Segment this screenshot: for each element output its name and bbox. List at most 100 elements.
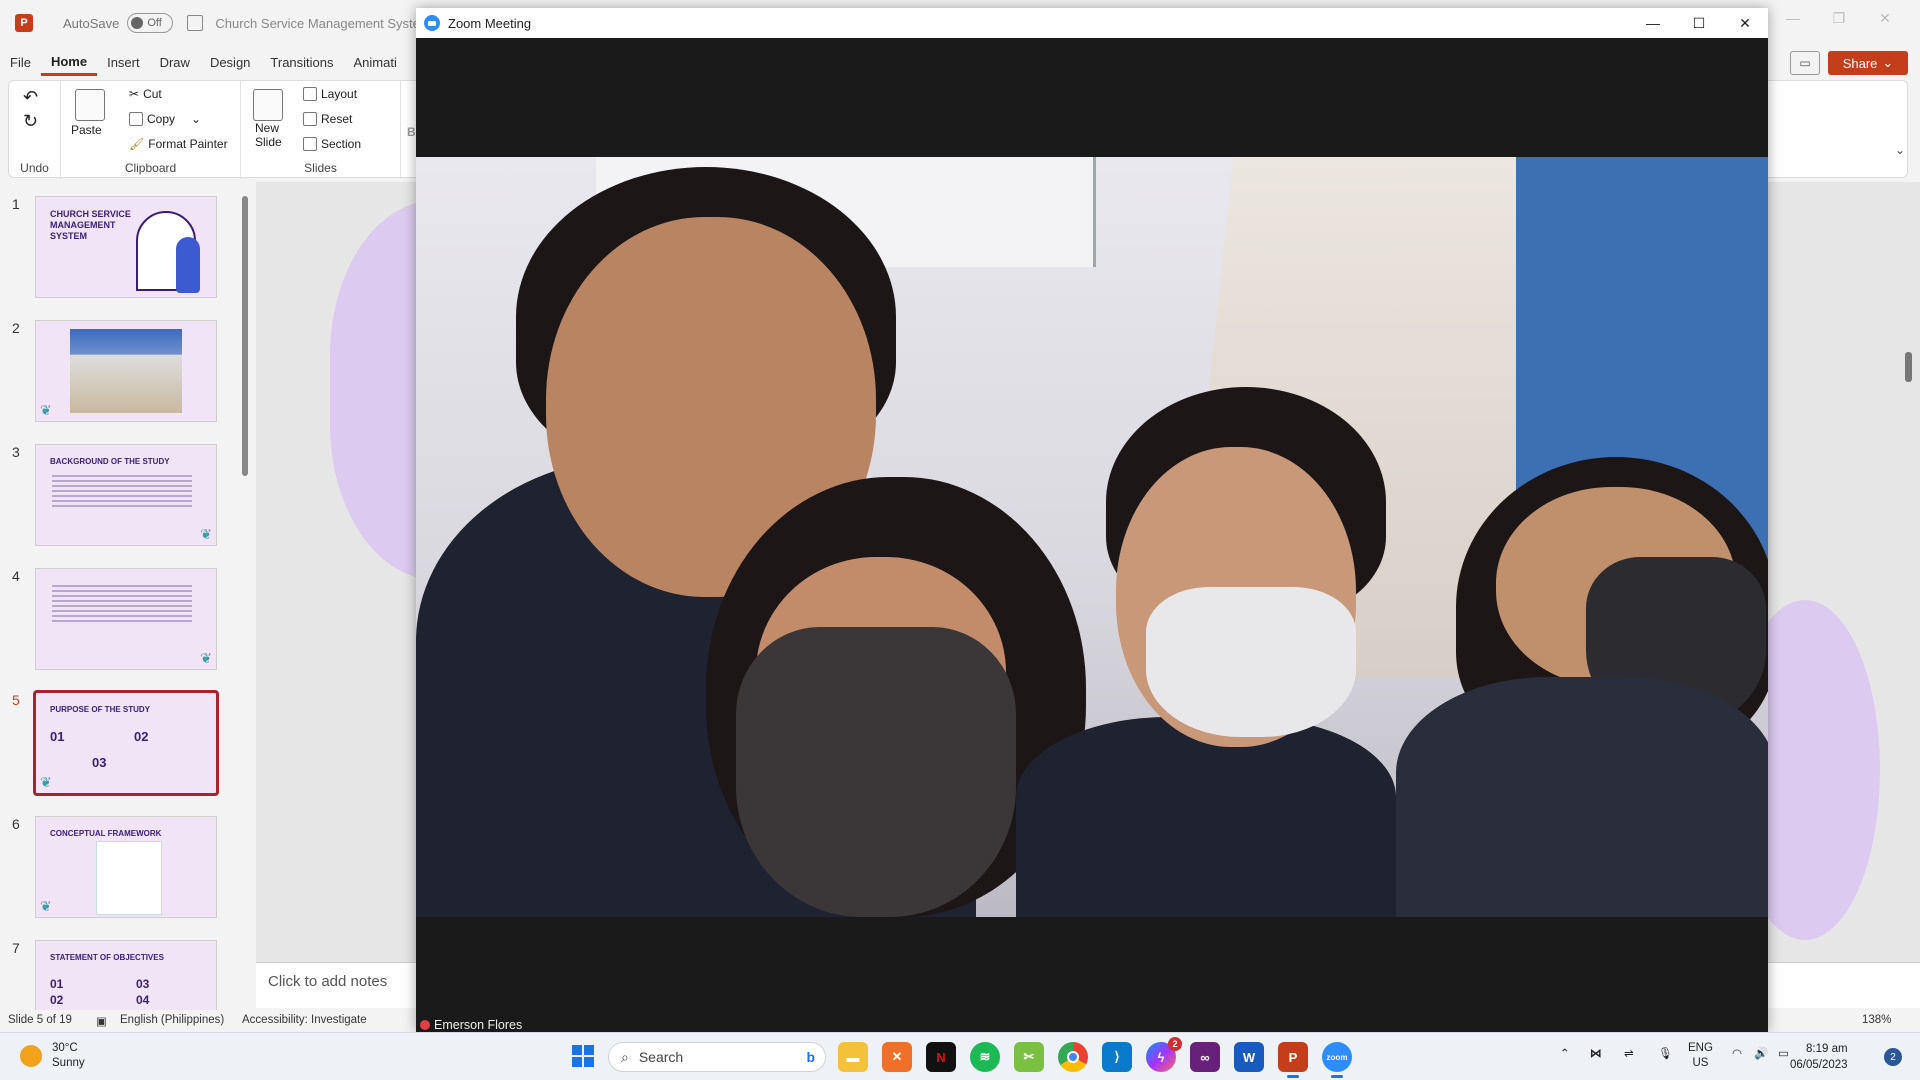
messenger-icon[interactable]: ϟ2 xyxy=(1146,1037,1182,1072)
tab-draw[interactable]: Draw xyxy=(150,50,200,76)
paste-button[interactable]: Paste xyxy=(71,123,102,137)
redo-icon[interactable]: ↻ xyxy=(23,111,38,132)
visual-studio-icon[interactable]: ∞ xyxy=(1190,1042,1220,1072)
thumbnail-row[interactable]: 2 ❦ xyxy=(0,320,230,424)
snipping-tool-icon[interactable]: ✂ xyxy=(1014,1042,1044,1072)
weather-temp: 30°C xyxy=(52,1042,78,1054)
ppt-window-controls: — ❐ ✕ xyxy=(1770,10,1908,27)
slide-thumbnail[interactable]: ❦ xyxy=(35,320,217,422)
weather-desc: Sunny xyxy=(52,1057,85,1069)
slide-thumbnail[interactable]: CHURCH SERVICE MANAGEMENT SYSTEM xyxy=(35,196,217,298)
thumbnail-row[interactable]: 5 PURPOSE OF THE STUDY 01 02 03 ❦ xyxy=(0,690,230,796)
wifi-icon[interactable]: ◠ xyxy=(1732,1047,1742,1062)
zoom-icon[interactable]: zoom xyxy=(1322,1042,1352,1078)
text-lines xyxy=(52,585,192,625)
close-icon[interactable]: ✕ xyxy=(1722,8,1768,38)
slide-thumbnail[interactable]: CONCEPTUAL FRAMEWORK ❦ xyxy=(35,816,217,918)
participant-video[interactable] xyxy=(416,157,1768,917)
thumbnail-row[interactable]: 7 STATEMENT OF OBJECTIVES 01 02 03 04 xyxy=(0,940,230,1012)
xampp-icon[interactable]: ✕ xyxy=(882,1042,912,1072)
slide-number: 7 xyxy=(12,940,20,956)
vscode-icon[interactable]: ⟩ xyxy=(1102,1042,1132,1072)
save-icon[interactable] xyxy=(187,15,204,31)
undo-icon[interactable]: ↶ xyxy=(23,87,38,108)
slide-thumbnail[interactable]: STATEMENT OF OBJECTIVES 01 02 03 04 xyxy=(35,940,217,1012)
thumbnail-row[interactable]: 4 ❦ xyxy=(0,568,230,672)
new-slide-icon[interactable] xyxy=(253,89,283,121)
weather-widget[interactable]: 30°C Sunny xyxy=(20,1041,85,1071)
chrome-icon[interactable] xyxy=(1058,1042,1088,1072)
spotify-icon[interactable]: ≋ xyxy=(970,1042,1000,1072)
clipboard-group: Paste ✂ Cut Copy ⌄ 🖌 Format Painter Clipboa… xyxy=(61,81,241,179)
format-painter-button[interactable]: 🖌 Format Painter xyxy=(129,137,228,151)
share-button[interactable]: Share ⌄ xyxy=(1828,51,1908,75)
bold-button[interactable]: B xyxy=(407,125,416,139)
word-icon[interactable]: W xyxy=(1234,1042,1264,1072)
settings-sliders-icon[interactable]: ⇌ xyxy=(1624,1047,1634,1062)
number-02: 02 xyxy=(50,993,64,1007)
new-slide-label-2[interactable]: Slide xyxy=(255,135,282,149)
reset-button[interactable]: Reset xyxy=(303,112,352,126)
notification-badge[interactable]: 2 xyxy=(1884,1048,1902,1066)
bing-icon[interactable]: b xyxy=(806,1049,815,1065)
slide-thumbnails-pane: 1 CHURCH SERVICE MANAGEMENT SYSTEM 2 ❦ 3… xyxy=(0,182,256,1012)
zoom-level[interactable]: 138% xyxy=(1862,1014,1891,1026)
tab-insert[interactable]: Insert xyxy=(97,50,150,76)
accessibility-status[interactable]: Accessibility: Investigate xyxy=(242,1014,367,1026)
clipboard-group-label: Clipboard xyxy=(124,161,177,175)
file-explorer-icon[interactable]: ▬ xyxy=(838,1042,868,1072)
autosave-toggle[interactable]: Off xyxy=(127,13,174,33)
editor-scrollbar[interactable] xyxy=(1900,182,1916,942)
zoom-window-title: Zoom Meeting xyxy=(448,15,532,31)
volume-icon[interactable]: 🔊 xyxy=(1754,1047,1768,1062)
maximize-icon[interactable]: ☐ xyxy=(1676,8,1722,38)
tab-animations[interactable]: Animati xyxy=(344,50,407,76)
powerpoint-icon[interactable]: P xyxy=(1278,1042,1308,1078)
battery-icon[interactable]: ▭ xyxy=(1778,1047,1789,1062)
scroll-thumb[interactable] xyxy=(1905,352,1912,382)
slides-group-label: Slides xyxy=(304,161,337,175)
show-hidden-icons[interactable]: ⌃ xyxy=(1560,1047,1570,1062)
section-button[interactable]: Section xyxy=(303,137,361,151)
thumbnail-row[interactable]: 6 CONCEPTUAL FRAMEWORK ❦ xyxy=(0,816,230,920)
input-language[interactable]: ENG US xyxy=(1688,1041,1713,1071)
minimize-icon[interactable]: — xyxy=(1770,10,1816,27)
copy-button[interactable]: Copy ⌄ xyxy=(129,112,201,126)
start-button[interactable] xyxy=(572,1045,594,1067)
thumbnail-scrollbar[interactable] xyxy=(240,182,250,1012)
tab-design[interactable]: Design xyxy=(200,50,260,76)
cut-button[interactable]: ✂ Cut xyxy=(129,87,162,101)
spellcheck-icon[interactable]: ▣ xyxy=(96,1014,107,1028)
number-04: 04 xyxy=(136,993,150,1007)
collapse-ribbon-icon[interactable]: ⌄ xyxy=(1895,143,1905,157)
comments-button[interactable]: ▭ xyxy=(1790,51,1820,75)
new-slide-label[interactable]: New xyxy=(255,121,279,135)
slide-thumbnail[interactable]: ❦ xyxy=(35,568,217,670)
network-monitor-icon[interactable]: ⋈ xyxy=(1590,1047,1602,1062)
thumbnail-row[interactable]: 3 BACKGROUND OF THE STUDY ❦ xyxy=(0,444,230,548)
thumbnail-title: CHURCH SERVICE MANAGEMENT SYSTEM xyxy=(50,209,131,241)
layout-button[interactable]: Layout xyxy=(303,87,357,101)
restore-icon[interactable]: ❐ xyxy=(1816,10,1862,27)
microphone-icon[interactable]: 🎙 xyxy=(1658,1047,1673,1062)
language-status[interactable]: English (Philippines) xyxy=(120,1014,224,1026)
minimize-icon[interactable]: — xyxy=(1630,8,1676,38)
slide-thumbnail[interactable]: BACKGROUND OF THE STUDY ❦ xyxy=(35,444,217,546)
tab-file[interactable]: File xyxy=(0,50,41,76)
paste-icon[interactable] xyxy=(75,89,105,121)
netflix-icon[interactable]: N xyxy=(926,1042,956,1072)
tab-home[interactable]: Home xyxy=(40,50,98,76)
scissors-icon: ✂ xyxy=(129,87,140,101)
close-icon[interactable]: ✕ xyxy=(1862,10,1908,27)
slide-count: Slide 5 of 19 xyxy=(8,1014,72,1026)
thumbnail-row[interactable]: 1 CHURCH SERVICE MANAGEMENT SYSTEM xyxy=(0,196,230,300)
slide-thumbnail-active[interactable]: PURPOSE OF THE STUDY 01 02 03 ❦ xyxy=(33,690,219,796)
chevron-down-icon[interactable]: ⌄ xyxy=(191,112,201,126)
leaf-icon: ❦ xyxy=(200,526,212,542)
notes-placeholder[interactable]: Click to add notes xyxy=(268,973,387,990)
copy-label: Copy xyxy=(147,112,176,126)
tab-transitions[interactable]: Transitions xyxy=(260,50,343,76)
taskbar-search[interactable]: ⌕ Search b xyxy=(608,1042,826,1072)
system-clock[interactable]: 8:19 am 06/05/2023 xyxy=(1790,1041,1848,1073)
scroll-thumb[interactable] xyxy=(242,196,248,476)
